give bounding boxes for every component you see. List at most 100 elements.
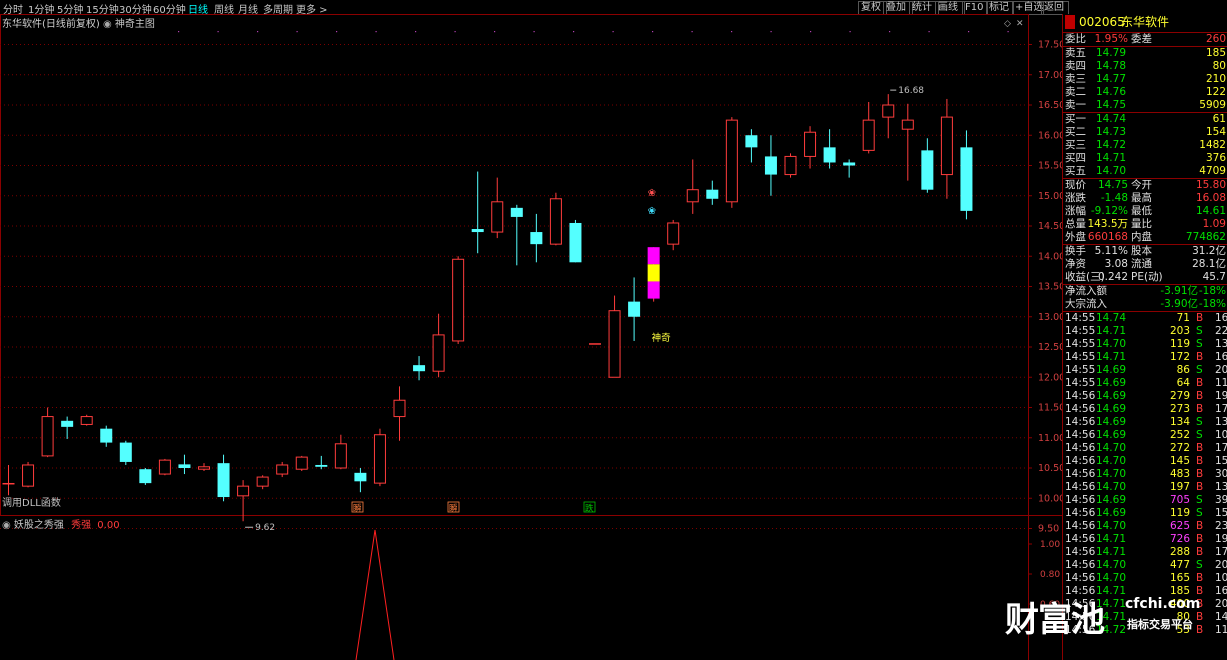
tick-price: 14.70 bbox=[1095, 559, 1126, 571]
tick-side: B bbox=[1196, 390, 1204, 402]
flow-label: 大宗流入 bbox=[1065, 298, 1107, 310]
top-dot bbox=[691, 31, 693, 33]
tick-time: 14:56 bbox=[1065, 533, 1096, 545]
tick-time: 14:55 bbox=[1065, 351, 1096, 363]
top-dot bbox=[810, 31, 812, 33]
bid-price: 14.72 bbox=[1095, 139, 1126, 151]
candle-up bbox=[41, 416, 54, 457]
tick-time: 14:56 bbox=[1065, 520, 1096, 532]
tick-time: 14:56 bbox=[1065, 481, 1096, 493]
tick-row[interactable]: 14:5614.71 288 B 17 bbox=[1063, 546, 1227, 559]
weibi-row: 委比 1.95% 委差 260 bbox=[1063, 33, 1227, 46]
ask-price: 14.79 bbox=[1095, 47, 1126, 59]
tick-count: 30 bbox=[1215, 468, 1227, 480]
ask-row: 卖一 14.75 5909 bbox=[1063, 99, 1227, 112]
stat-row: 涨跌 -1.48 最高 16.08 bbox=[1063, 192, 1227, 205]
tick-row[interactable]: 14:5614.70 477 S 20 bbox=[1063, 559, 1227, 572]
tick-row[interactable]: 14:5514.69 86 S 20 bbox=[1063, 364, 1227, 377]
price-axis-label: 12.50 bbox=[1038, 342, 1062, 353]
bid-label: 买一 bbox=[1065, 113, 1086, 125]
tick-row[interactable]: 14:5614.71 726 B 19 bbox=[1063, 533, 1227, 546]
tick-side: B bbox=[1196, 546, 1204, 558]
tick-row[interactable]: 14:5614.69 134 S 13 bbox=[1063, 416, 1227, 429]
top-dot bbox=[968, 31, 970, 33]
tick-row[interactable]: 14:5514.69 64 B 11 bbox=[1063, 377, 1227, 390]
top-dot bbox=[415, 31, 417, 33]
stat-label: 最低 bbox=[1131, 205, 1152, 217]
price-axis-label: 16.00 bbox=[1038, 130, 1062, 141]
toolbar-button-7[interactable]: 返回 bbox=[1041, 1, 1069, 15]
tick-row[interactable]: 14:5614.69 119 S 15 bbox=[1063, 507, 1227, 520]
tick-row[interactable]: 14:5514.70 119 S 13 bbox=[1063, 338, 1227, 351]
tick-row[interactable]: 14:5614.70 145 B 15 bbox=[1063, 455, 1227, 468]
toolbar-button-4[interactable]: F10 bbox=[962, 1, 988, 15]
tick-row[interactable]: 14:5614.70 197 B 13 bbox=[1063, 481, 1227, 494]
tick-row[interactable]: 14:5614.69 252 S 10 bbox=[1063, 429, 1227, 442]
tick-row[interactable]: 14:5614.69 273 B 17 bbox=[1063, 403, 1227, 416]
stat-label: 量比 bbox=[1131, 218, 1152, 230]
tick-count: 14 bbox=[1215, 611, 1227, 623]
tick-row[interactable]: 14:5614.69 279 B 19 bbox=[1063, 390, 1227, 403]
top-dot bbox=[1007, 31, 1009, 33]
price-axis-label: 12.00 bbox=[1038, 372, 1062, 383]
candle-down bbox=[843, 162, 856, 166]
watermark-brand: 财富池 bbox=[1005, 600, 1105, 640]
low-price-label: 9.62 bbox=[255, 523, 275, 533]
tick-volume: 119 bbox=[1169, 338, 1190, 350]
tick-count: 19 bbox=[1215, 390, 1227, 402]
ask-volume: 122 bbox=[1205, 86, 1226, 98]
candle-up bbox=[276, 464, 289, 475]
candle-up bbox=[80, 416, 93, 425]
tick-price: 14.69 bbox=[1095, 507, 1126, 519]
tick-row[interactable]: 14:5614.70 625 B 23 bbox=[1063, 520, 1227, 533]
indicator-title: ◉ 妖股之秀强 秀强 0.00 bbox=[2, 516, 120, 531]
tick-row[interactable]: 14:5514.71 203 S 22 bbox=[1063, 325, 1227, 338]
tick-row[interactable]: 14:5614.70 483 B 30 bbox=[1063, 468, 1227, 481]
top-dot bbox=[217, 31, 219, 33]
stat-label: 最高 bbox=[1131, 192, 1152, 204]
tick-count: 13 bbox=[1215, 416, 1227, 428]
tick-row[interactable]: 14:5614.70 165 B 10 bbox=[1063, 572, 1227, 585]
tick-volume: 252 bbox=[1169, 429, 1190, 441]
tick-time: 14:56 bbox=[1065, 416, 1096, 428]
tick-row[interactable]: 14:5514.74 71 B 16 bbox=[1063, 312, 1227, 325]
diamond-icon[interactable]: ◇ bbox=[1004, 19, 1011, 29]
tick-volume: 119 bbox=[1169, 507, 1190, 519]
tick-row[interactable]: 14:5514.71 172 B 16 bbox=[1063, 351, 1227, 364]
toolbar-button-5[interactable]: 标记 bbox=[986, 1, 1014, 15]
tick-side: B bbox=[1196, 533, 1204, 545]
candle-up bbox=[237, 485, 250, 497]
kline-chart[interactable]: 17.50 17.00 16.50 16.00 15.50 15.00 14.50 14.00… bbox=[0, 14, 1062, 660]
ask-price: 14.75 bbox=[1095, 99, 1126, 111]
top-dot bbox=[494, 31, 496, 33]
indicator-name[interactable]: 妖股之秀强 bbox=[14, 520, 64, 531]
tick-time: 14:56 bbox=[1065, 429, 1096, 441]
toolbar-button-3[interactable]: 画线 bbox=[935, 1, 965, 15]
period-toolbar: 分时 1分钟 5分钟 15分钟 30分钟 60分钟 日线 周线 月线 多周期 更多 > 复权 叠加 统计画… bbox=[0, 0, 1227, 16]
tick-count: 11 bbox=[1215, 624, 1227, 636]
tick-row[interactable]: 14:5614.69 705 S 39 bbox=[1063, 494, 1227, 507]
tick-side: B bbox=[1196, 455, 1204, 467]
tick-price: 14.71 bbox=[1095, 546, 1126, 558]
indicator-circle-icon[interactable]: ◉ bbox=[2, 520, 11, 531]
indicator-field: 秀强 bbox=[71, 520, 92, 531]
tick-side: S bbox=[1196, 507, 1203, 519]
stat-label: 换手 bbox=[1065, 245, 1086, 257]
tick-row[interactable]: 14:5614.70 272 B 17 bbox=[1063, 442, 1227, 455]
ask-price: 14.77 bbox=[1095, 73, 1126, 85]
candle-down bbox=[315, 464, 328, 467]
tick-time: 14:55 bbox=[1065, 364, 1096, 376]
tick-side: B bbox=[1196, 312, 1204, 324]
tick-time: 14:56 bbox=[1065, 468, 1096, 480]
stat-row: 外盘 660168 内盘 774862 bbox=[1063, 231, 1227, 244]
stat-value: 16.08 bbox=[1195, 192, 1226, 204]
toolbar-button-6[interactable]: +自选 bbox=[1012, 1, 1044, 15]
tick-side: S bbox=[1196, 416, 1203, 428]
close-icon[interactable]: ✕ bbox=[1016, 19, 1024, 29]
candle-up bbox=[158, 459, 171, 475]
bid-volume: 61 bbox=[1212, 113, 1226, 125]
tick-volume: 483 bbox=[1169, 468, 1190, 480]
quote-panel: 002065 东华软件 委比 1.95% 委差 260 卖五 14.79 185 卖四 14.78 8… bbox=[1062, 14, 1227, 660]
tick-side: B bbox=[1196, 351, 1204, 363]
tick-count: 19 bbox=[1215, 533, 1227, 545]
